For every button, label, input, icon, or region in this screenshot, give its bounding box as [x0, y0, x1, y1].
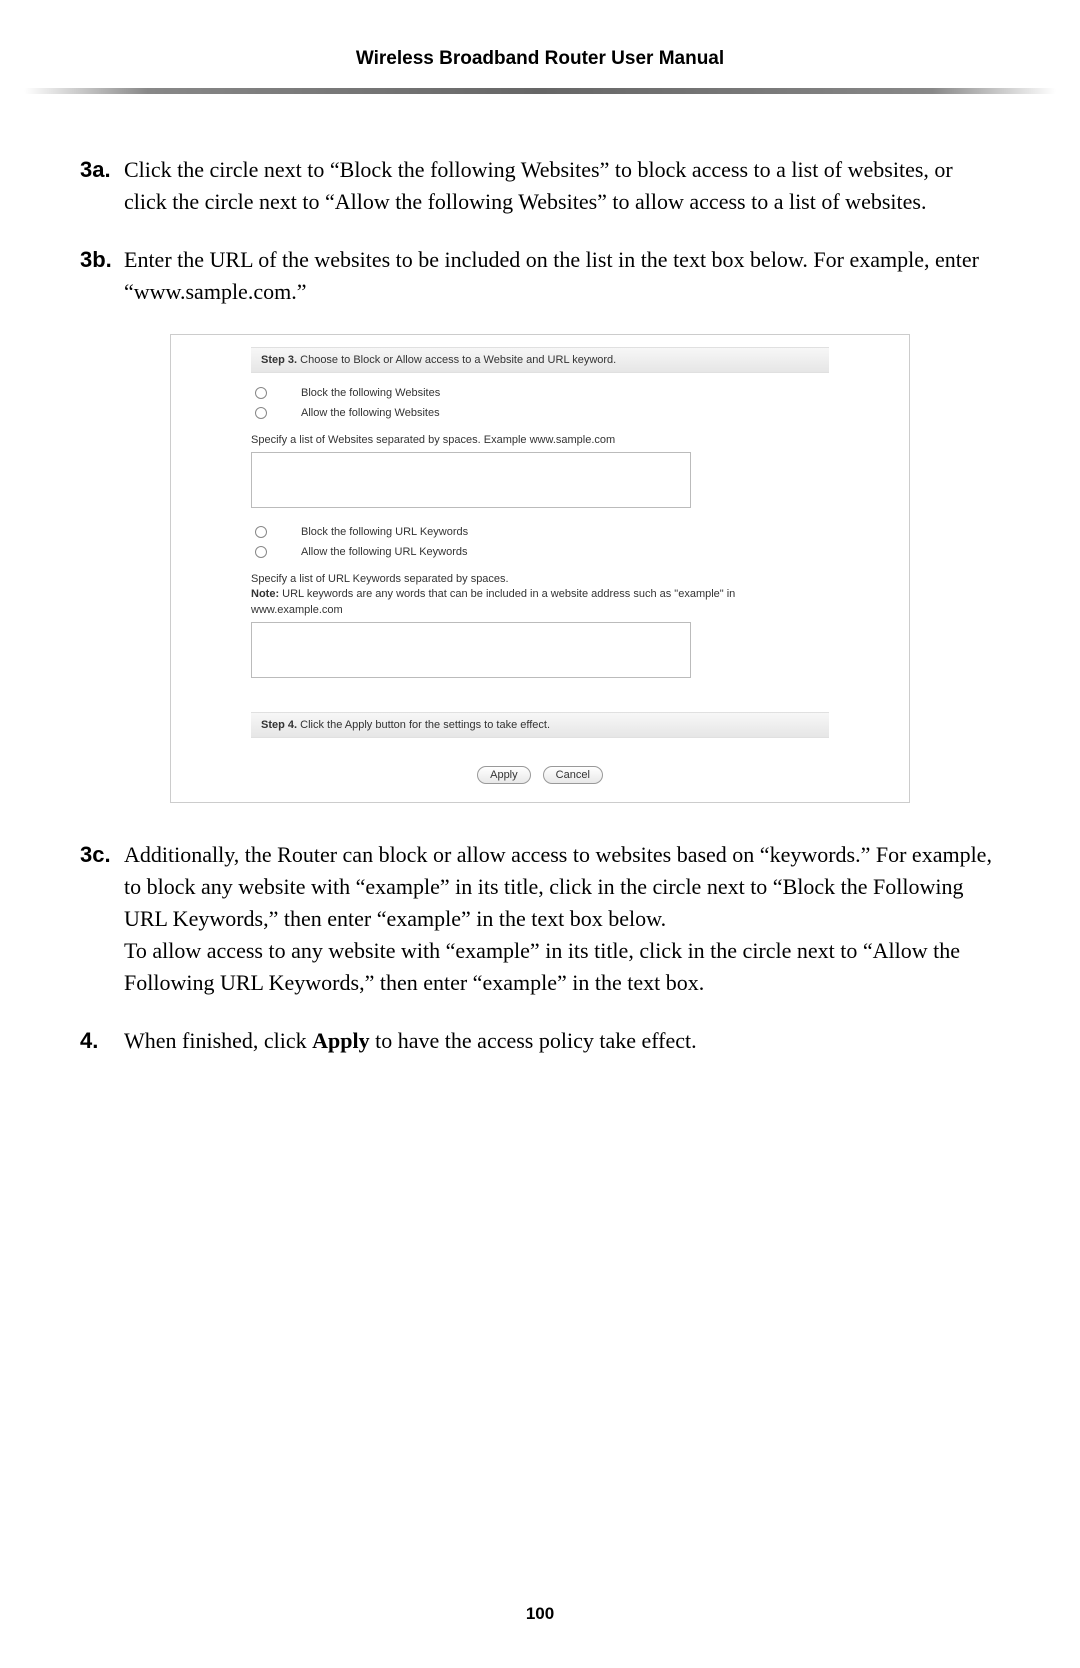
- step3-label: Step 3.: [261, 354, 297, 366]
- instruction-4-suffix: to have the access policy take effect.: [370, 1028, 697, 1053]
- radio-icon: [255, 407, 267, 419]
- radio-label: Block the following URL Keywords: [301, 526, 468, 538]
- radio-block-keywords[interactable]: Block the following URL Keywords: [251, 522, 829, 542]
- instruction-4-prefix: When finished, click: [124, 1028, 312, 1053]
- step3-text: Choose to Block or Allow access to a Web…: [297, 354, 616, 366]
- apply-button[interactable]: Apply: [477, 766, 531, 784]
- page-header-title: Wireless Broadband Router User Manual: [0, 0, 1080, 88]
- radio-label: Allow the following URL Keywords: [301, 546, 468, 558]
- instruction-text: Enter the URL of the websites to be incl…: [124, 244, 1000, 308]
- radio-label: Block the following Websites: [301, 387, 440, 399]
- page-number: 100: [0, 1604, 1080, 1624]
- keywords-line1: Specify a list of URL Keywords separated…: [251, 573, 509, 585]
- radio-icon: [255, 546, 267, 558]
- instruction-3c-p2: To allow access to any website with “exa…: [124, 938, 960, 995]
- keywords-instruction-text: Specify a list of URL Keywords separated…: [251, 572, 829, 618]
- radio-icon: [255, 526, 267, 538]
- instruction-4-bold: Apply: [312, 1028, 369, 1053]
- radio-allow-keywords[interactable]: Allow the following URL Keywords: [251, 542, 829, 562]
- instruction-text: Click the circle next to “Block the foll…: [124, 154, 1000, 218]
- instruction-4: 4. When finished, click Apply to have th…: [80, 1025, 1000, 1057]
- instruction-text: Additionally, the Router can block or al…: [124, 839, 1000, 998]
- instruction-3c: 3c. Additionally, the Router can block o…: [80, 839, 1000, 998]
- instruction-number: 4.: [80, 1025, 124, 1057]
- step3-header: Step 3. Choose to Block or Allow access …: [251, 347, 829, 373]
- step4-header: Step 4. Click the Apply button for the s…: [251, 712, 829, 738]
- instruction-text: When finished, click Apply to have the a…: [124, 1025, 1000, 1057]
- radio-block-websites[interactable]: Block the following Websites: [251, 383, 829, 403]
- radio-allow-websites[interactable]: Allow the following Websites: [251, 403, 829, 423]
- instruction-3c-p1: Additionally, the Router can block or al…: [124, 842, 992, 931]
- websites-textarea[interactable]: [251, 452, 691, 508]
- instruction-number: 3b.: [80, 244, 124, 308]
- instruction-number: 3c.: [80, 839, 124, 998]
- keywords-note-text: URL keywords are any words that can be i…: [251, 588, 735, 615]
- step4-text: Click the Apply button for the settings …: [297, 719, 550, 731]
- instruction-3b: 3b. Enter the URL of the websites to be …: [80, 244, 1000, 308]
- cancel-button[interactable]: Cancel: [543, 766, 603, 784]
- radio-icon: [255, 387, 267, 399]
- embedded-ui-figure: Step 3. Choose to Block or Allow access …: [170, 334, 910, 804]
- radio-label: Allow the following Websites: [301, 407, 440, 419]
- instruction-number: 3a.: [80, 154, 124, 218]
- step4-label: Step 4.: [261, 719, 297, 731]
- websites-instruction-text: Specify a list of Websites separated by …: [251, 433, 829, 448]
- keywords-note-label: Note:: [251, 588, 279, 600]
- instruction-3a: 3a. Click the circle next to “Block the …: [80, 154, 1000, 218]
- page-content: 3a. Click the circle next to “Block the …: [0, 94, 1080, 1056]
- keywords-textarea[interactable]: [251, 622, 691, 678]
